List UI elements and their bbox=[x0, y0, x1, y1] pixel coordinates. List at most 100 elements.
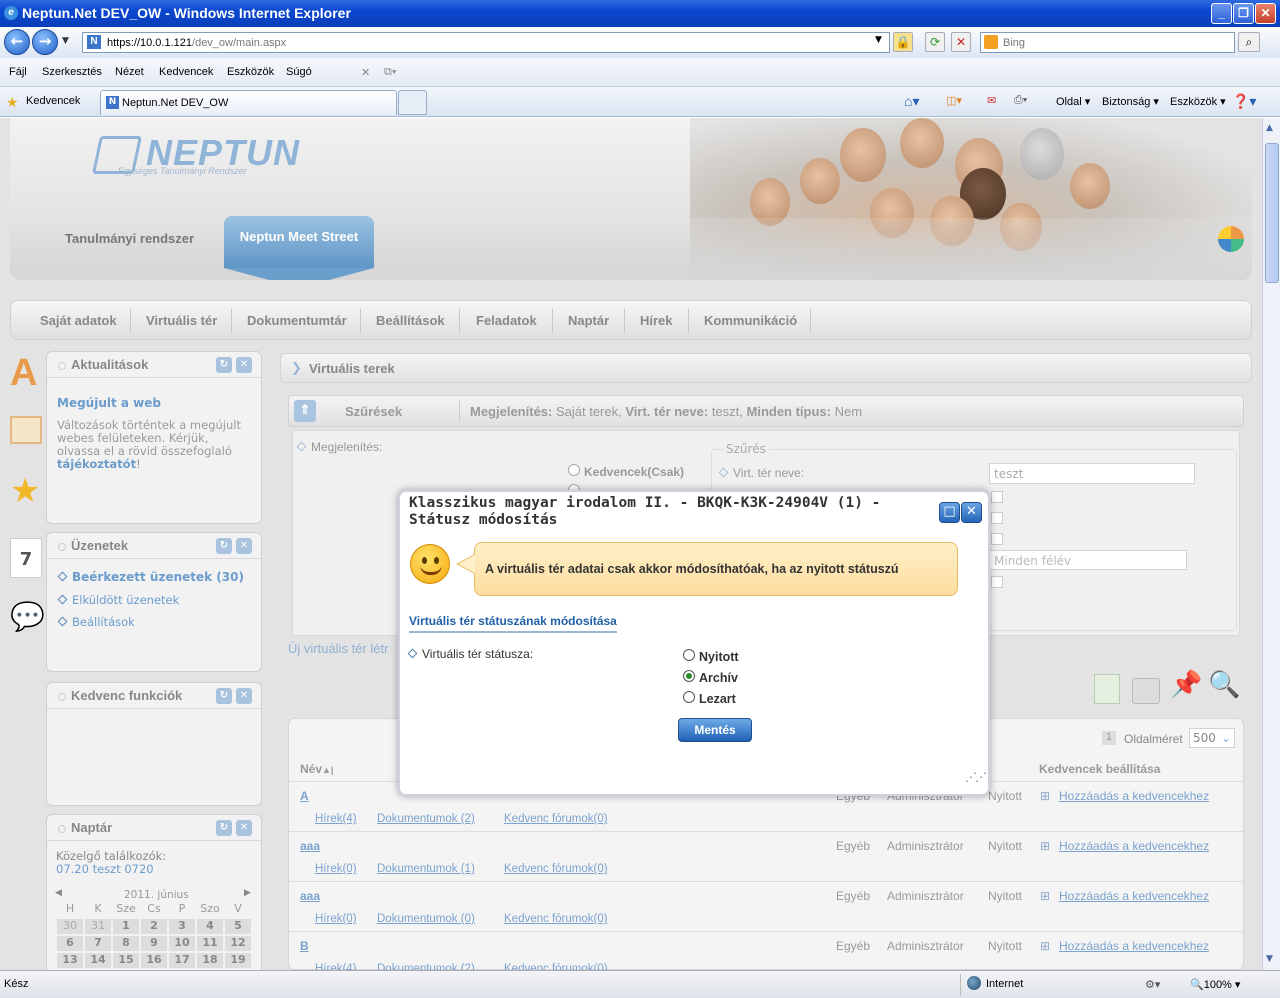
calendar-day[interactable]: 12 bbox=[225, 936, 251, 951]
print-icon[interactable] bbox=[1132, 678, 1160, 704]
calendar-day[interactable]: 11 bbox=[197, 936, 223, 951]
calendar-day[interactable]: 15 bbox=[113, 953, 139, 968]
refresh-icon[interactable]: ⟳ bbox=[925, 32, 945, 52]
checkbox-3[interactable] bbox=[991, 533, 1003, 545]
page-number[interactable]: 1 bbox=[1102, 731, 1116, 745]
calendar-day[interactable]: 5 bbox=[225, 919, 251, 934]
refresh-icon[interactable]: ↻ bbox=[216, 820, 232, 836]
favorites-side-icon[interactable]: ★ bbox=[10, 472, 42, 510]
calendar-day[interactable]: 6 bbox=[57, 936, 83, 951]
row-link[interactable]: Hírek(4) bbox=[315, 963, 357, 970]
row-name-link[interactable]: B bbox=[300, 939, 309, 953]
calendar-event[interactable]: 07.20 teszt 0720 bbox=[56, 862, 154, 876]
resize-grip-icon[interactable]: ⋰⋰ bbox=[965, 770, 987, 784]
mail-side-icon[interactable] bbox=[10, 416, 42, 444]
calendar-day[interactable]: 4 bbox=[197, 919, 223, 934]
calendar-day[interactable]: 1 bbox=[113, 919, 139, 934]
menu-file[interactable]: Fájl bbox=[9, 66, 27, 78]
news-heading[interactable]: Megújult a web bbox=[57, 396, 161, 410]
nav-virtualis-ter[interactable]: Virtuális tér bbox=[146, 313, 217, 328]
nav-feladatok[interactable]: Feladatok bbox=[476, 313, 537, 328]
row-link[interactable]: Kedvenc fórumok(0) bbox=[504, 963, 608, 970]
theme-icon[interactable] bbox=[1218, 226, 1244, 252]
status-radio-lezart[interactable] bbox=[683, 691, 695, 703]
calendar-day[interactable]: 16 bbox=[141, 953, 167, 968]
calendar-side-icon[interactable]: 7 bbox=[10, 538, 42, 578]
calendar-day[interactable]: 13 bbox=[57, 953, 83, 968]
row-name-link[interactable]: A bbox=[300, 789, 309, 803]
calendar-day[interactable]: 9 bbox=[141, 936, 167, 951]
protected-mode-icon[interactable]: ⚙▾ bbox=[1145, 978, 1160, 991]
refresh-icon[interactable]: ↻ bbox=[216, 538, 232, 554]
calendar-day[interactable]: 19 bbox=[225, 953, 251, 968]
checkbox-1[interactable] bbox=[991, 491, 1003, 503]
calendar-day[interactable]: 30 bbox=[57, 919, 83, 934]
close-icon[interactable]: ✕ bbox=[236, 538, 252, 554]
search-icon[interactable]: ⌕ bbox=[1238, 32, 1260, 52]
nav-beallitasok[interactable]: Beállítások bbox=[376, 313, 445, 328]
close-icon[interactable]: ✕ bbox=[236, 357, 252, 373]
collapse-filter-button[interactable]: ⇑ bbox=[294, 400, 316, 422]
nav-kommunikacio[interactable]: Kommunikáció bbox=[704, 313, 797, 328]
stop-icon[interactable]: ✕ bbox=[951, 32, 971, 52]
row-add-fav-link[interactable]: Hozzáadás a kedvencekhez bbox=[1059, 939, 1209, 953]
maximize-button[interactable]: ❐ bbox=[1233, 3, 1254, 24]
home-icon[interactable]: ⌂▾ bbox=[904, 93, 919, 110]
maximize-modal-button[interactable]: □ bbox=[939, 502, 960, 523]
minimize-button[interactable]: _ bbox=[1211, 3, 1232, 24]
page-menu[interactable]: Oldal ▾ bbox=[1056, 95, 1090, 108]
mail-icon[interactable]: ✉ bbox=[987, 94, 996, 107]
calendar-prev-icon[interactable]: ◀ bbox=[55, 888, 62, 898]
row-add-fav-link[interactable]: Hozzáadás a kedvencekhez bbox=[1059, 789, 1209, 803]
filter-label[interactable]: Szűrések bbox=[345, 404, 402, 419]
semester-select[interactable]: Minden félév bbox=[989, 550, 1187, 570]
forward-button[interactable]: → bbox=[32, 29, 58, 55]
back-button[interactable]: ← bbox=[4, 29, 30, 55]
row-name-link[interactable]: aaa bbox=[300, 889, 320, 903]
row-link[interactable]: Kedvenc fórumok(0) bbox=[504, 863, 608, 875]
favorites-button[interactable]: Kedvencek bbox=[26, 95, 80, 107]
tools-menu[interactable]: Eszközök ▾ bbox=[1170, 95, 1226, 108]
row-link[interactable]: Dokumentumok (1) bbox=[377, 863, 475, 875]
browser-tab-active[interactable]: N Neptun.Net DEV_OW bbox=[100, 90, 397, 115]
pin-icon[interactable]: 📌 bbox=[1170, 670, 1202, 700]
menu-tools[interactable]: Eszközök bbox=[227, 66, 274, 78]
new-vt-link[interactable]: Új virtuális tér létr bbox=[288, 641, 388, 656]
messages-settings[interactable]: Beállítások bbox=[57, 615, 135, 629]
save-button[interactable]: Mentés bbox=[678, 718, 752, 742]
excel-export-icon[interactable] bbox=[1094, 674, 1120, 704]
help-icon[interactable]: ❓▾ bbox=[1232, 93, 1256, 110]
magnifier-icon[interactable]: 🔍 bbox=[1208, 670, 1240, 700]
add-fav-icon[interactable]: ⊞ bbox=[1040, 939, 1050, 953]
row-add-fav-link[interactable]: Hozzáadás a kedvencekhez bbox=[1059, 889, 1209, 903]
print-icon[interactable]: ⎙▾ bbox=[1014, 94, 1027, 107]
feeds-icon[interactable]: ◫▾ bbox=[946, 94, 962, 107]
nav-sajat-adatok[interactable]: Saját adatok bbox=[40, 313, 117, 328]
add-fav-icon[interactable]: ⊞ bbox=[1040, 789, 1050, 803]
fav-only-radio[interactable] bbox=[568, 464, 580, 476]
zoom-control[interactable]: 🔍100% ▾ bbox=[1190, 978, 1240, 991]
status-radio-nyitott[interactable] bbox=[683, 649, 695, 661]
messages-sent[interactable]: Elküldött üzenetek bbox=[57, 593, 179, 607]
address-dropdown-icon[interactable]: ▼ bbox=[875, 35, 882, 45]
messages-inbox[interactable]: Beérkezett üzenetek (30) bbox=[57, 570, 244, 584]
row-link[interactable]: Dokumentumok (2) bbox=[377, 813, 475, 825]
checkbox-2[interactable] bbox=[991, 512, 1003, 524]
scroll-thumb[interactable] bbox=[1265, 143, 1279, 283]
lock-icon[interactable]: 🔒 bbox=[893, 32, 913, 52]
page-scrollbar[interactable]: ▲ ▼ bbox=[1262, 118, 1280, 970]
calendar-day[interactable]: 3 bbox=[169, 919, 195, 934]
history-dropdown-icon[interactable]: ▼ bbox=[62, 36, 69, 46]
calendar-day[interactable]: 14 bbox=[85, 953, 111, 968]
refresh-icon[interactable]: ↻ bbox=[216, 688, 232, 704]
menu-edit[interactable]: Szerkesztés bbox=[42, 66, 102, 78]
vt-name-input[interactable]: teszt bbox=[989, 463, 1195, 484]
menu-help[interactable]: Súgó bbox=[286, 66, 312, 78]
tab-meet-street[interactable]: Neptun Meet Street bbox=[224, 216, 374, 268]
calendar-day[interactable]: 8 bbox=[113, 936, 139, 951]
close-button[interactable]: ✕ bbox=[1255, 3, 1276, 24]
translate-icon[interactable]: ⧉▾ bbox=[384, 66, 396, 79]
col-name-header[interactable]: Név▲| bbox=[300, 762, 333, 776]
calendar-day[interactable]: 18 bbox=[197, 953, 223, 968]
row-link[interactable]: Hírek(4) bbox=[315, 813, 357, 825]
